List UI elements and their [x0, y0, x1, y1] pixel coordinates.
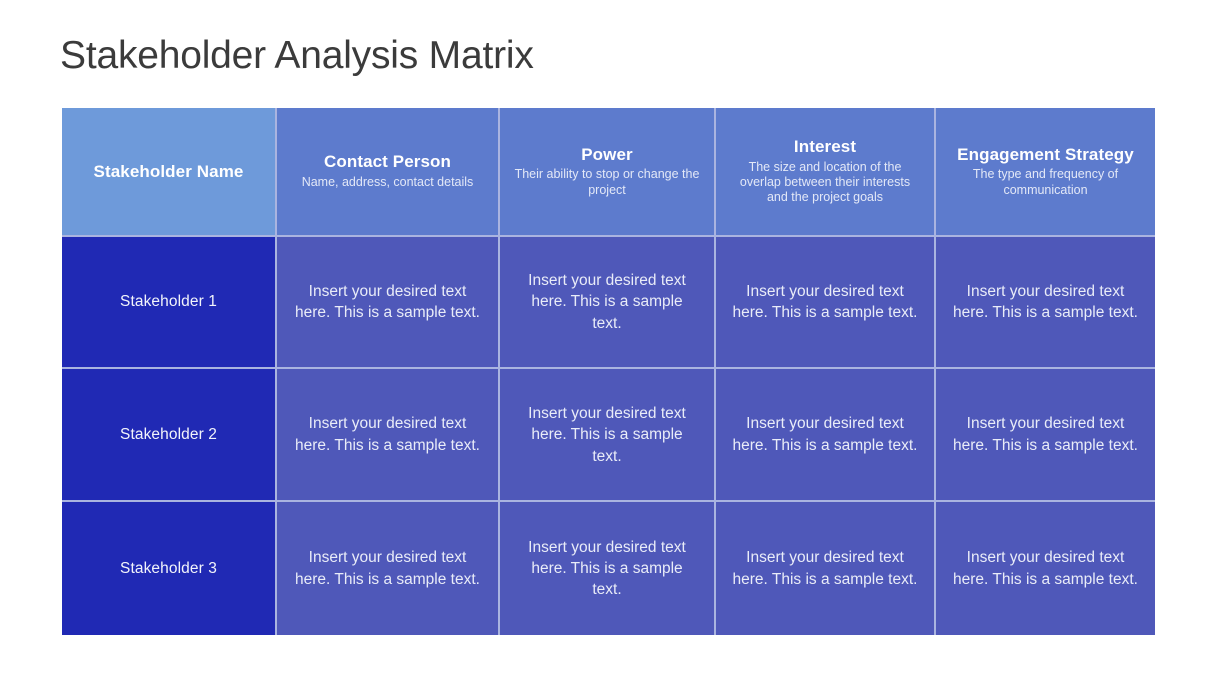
header-cell-contact-person: Contact Person Name, address, contact de…: [277, 108, 500, 237]
header-subtitle: The type and frequency of communication: [972, 167, 1119, 197]
header-subtitle: The size and location of the overlap bet…: [739, 159, 911, 205]
table-header-row: Stakeholder Name Contact Person Name, ad…: [62, 108, 1155, 237]
contact-person-cell: Insert your desired text here. This is a…: [277, 236, 500, 370]
header-title: Engagement Strategy: [957, 144, 1134, 164]
engagement-strategy-cell: Insert your desired text here. This is a…: [936, 369, 1155, 503]
page-title: Stakeholder Analysis Matrix: [60, 34, 534, 77]
header-cell-power: Power Their ability to stop or change th…: [500, 108, 716, 237]
table-row: Stakeholder 3 Insert your desired text h…: [62, 502, 1155, 635]
header-title: Power: [581, 144, 633, 164]
header-cell-engagement-strategy: Engagement Strategy The type and frequen…: [936, 108, 1155, 237]
engagement-strategy-cell: Insert your desired text here. This is a…: [936, 236, 1155, 370]
slide-canvas: Stakeholder Analysis Matrix Stakeholder …: [0, 0, 1216, 684]
power-cell: Insert your desired text here. This is a…: [500, 502, 716, 635]
stakeholder-analysis-table: Stakeholder Name Contact Person Name, ad…: [62, 108, 1155, 635]
stakeholder-name-cell: Stakeholder 1: [62, 236, 277, 370]
contact-person-cell: Insert your desired text here. This is a…: [277, 369, 500, 503]
header-subtitle: Their ability to stop or change the proj…: [514, 167, 700, 197]
header-title: Stakeholder Name: [93, 161, 244, 181]
header-title: Interest: [793, 137, 857, 157]
interest-cell: Insert your desired text here. This is a…: [716, 502, 936, 635]
engagement-strategy-cell: Insert your desired text here. This is a…: [936, 502, 1155, 635]
header-subtitle: Name, address, contact details: [301, 175, 474, 190]
table-row: Stakeholder 2 Insert your desired text h…: [62, 369, 1155, 503]
table-row: Stakeholder 1 Insert your desired text h…: [62, 236, 1155, 370]
power-cell: Insert your desired text here. This is a…: [500, 369, 716, 503]
interest-cell: Insert your desired text here. This is a…: [716, 369, 936, 503]
interest-cell: Insert your desired text here. This is a…: [716, 236, 936, 370]
stakeholder-name-cell: Stakeholder 3: [62, 502, 277, 635]
header-title: Contact Person: [323, 152, 452, 172]
header-cell-interest: Interest The size and location of the ov…: [716, 108, 936, 237]
power-cell: Insert your desired text here. This is a…: [500, 236, 716, 370]
header-cell-stakeholder-name: Stakeholder Name: [62, 108, 277, 237]
stakeholder-name-cell: Stakeholder 2: [62, 369, 277, 503]
contact-person-cell: Insert your desired text here. This is a…: [277, 502, 500, 635]
